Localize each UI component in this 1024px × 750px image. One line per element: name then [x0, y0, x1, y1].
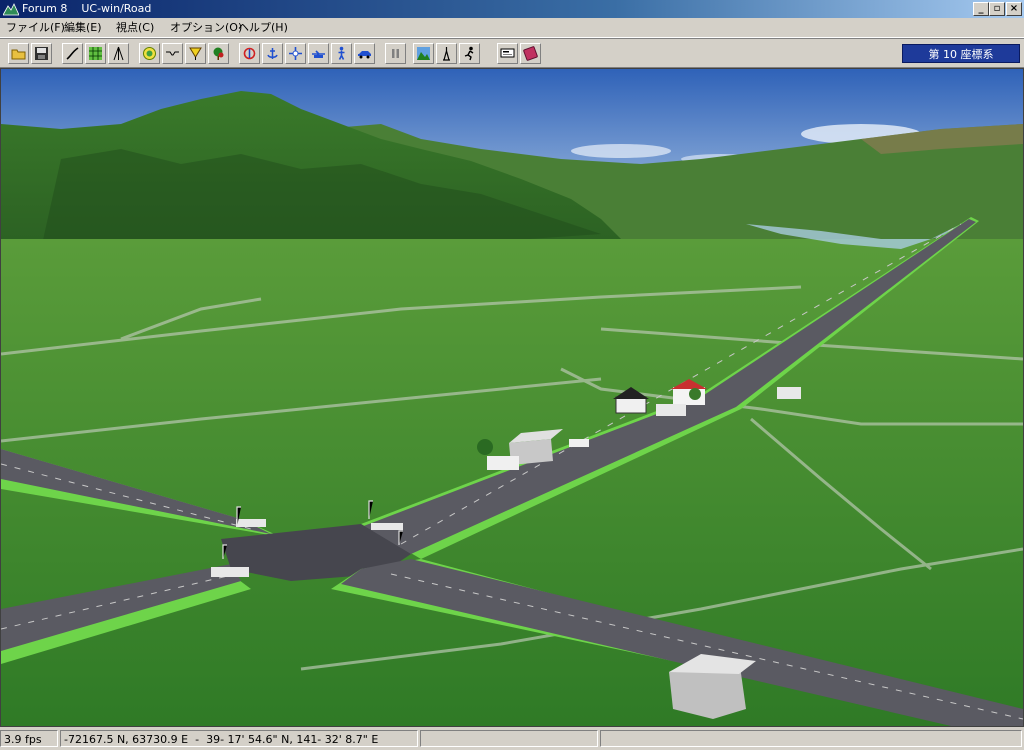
tree [689, 388, 701, 400]
status-panel-empty [420, 730, 598, 747]
menu-help[interactable]: ヘルプ(H) [236, 20, 290, 35]
window-title: Forum 8 UC-win/Road [22, 2, 152, 15]
building-small [777, 387, 801, 399]
drive-button[interactable] [354, 43, 375, 64]
tower-button[interactable] [436, 43, 457, 64]
scene[interactable] [1, 69, 1023, 726]
tower-icon [443, 47, 450, 61]
walk-person-icon [338, 46, 345, 60]
car-icon [358, 51, 371, 59]
save-button[interactable] [31, 43, 52, 64]
menu-file[interactable]: ファイル(F) [4, 20, 67, 35]
compass-button[interactable] [108, 43, 129, 64]
toolbar: 第 10 座標系 [0, 38, 1024, 68]
menu-edit[interactable]: 編集(E) [62, 20, 104, 35]
rotate-button[interactable] [239, 43, 260, 64]
grid-button[interactable] [85, 43, 106, 64]
tree [477, 439, 493, 455]
terrain-icon [143, 47, 156, 60]
save-icon [35, 47, 48, 60]
menu-bar: ファイル(F) 編集(E) 視点(C) オプション(O) ヘルプ(H) [0, 18, 1024, 38]
cross-section-icon [166, 51, 179, 56]
rotate-icon [243, 47, 256, 60]
pause-button[interactable] [385, 43, 406, 64]
move-icon [289, 47, 302, 60]
terrain-button[interactable] [139, 43, 160, 64]
book-button[interactable] [520, 43, 541, 64]
road-edit-icon [66, 47, 79, 60]
book-icon [523, 46, 538, 61]
maximize-button[interactable]: ▫ [989, 2, 1005, 16]
open-button[interactable] [8, 43, 29, 64]
display-button[interactable] [497, 43, 518, 64]
cloud [571, 144, 671, 158]
anchor-button[interactable] [262, 43, 283, 64]
open-folder-icon [11, 49, 26, 60]
pause-icon [392, 49, 399, 58]
anchor-icon [267, 48, 278, 59]
tree-icon [213, 47, 224, 60]
fly-icon [312, 50, 325, 58]
run-icon [464, 46, 474, 61]
status-bar: 3.9 fps -72167.5 N, 63730.9 E - 39- 17' … [0, 727, 1024, 750]
landscape-button[interactable] [413, 43, 434, 64]
building-small [569, 439, 589, 447]
display-icon [500, 48, 515, 58]
3d-viewport[interactable] [0, 68, 1024, 727]
coordinate-system-badge: 第 10 座標系 [902, 44, 1020, 63]
building-small [487, 456, 519, 470]
status-panel-empty [600, 730, 1022, 747]
close-button[interactable]: × [1006, 2, 1022, 16]
cross-section-button[interactable] [162, 43, 183, 64]
title-bar: Forum 8 UC-win/Road _ ▫ × [0, 0, 1024, 18]
compass-icon [113, 46, 124, 61]
road-edit-button[interactable] [62, 43, 83, 64]
sign-icon [189, 47, 202, 60]
sign-button[interactable] [185, 43, 206, 64]
move-button[interactable] [285, 43, 306, 64]
walk-button[interactable] [331, 43, 352, 64]
fps-readout: 3.9 fps [0, 730, 58, 747]
coordinate-readout: -72167.5 N, 63730.9 E - 39- 17' 54.6" N,… [60, 730, 418, 747]
menu-options[interactable]: オプション(O) [168, 20, 244, 35]
landscape-icon [417, 47, 430, 60]
building-shed [656, 404, 686, 416]
tree-button[interactable] [208, 43, 229, 64]
fly-button[interactable] [308, 43, 329, 64]
app-mountain-icon [3, 3, 19, 16]
menu-view[interactable]: 視点(C) [114, 20, 156, 35]
minimize-button[interactable]: _ [973, 2, 989, 16]
run-button[interactable] [459, 43, 480, 64]
grid-icon [89, 47, 102, 60]
